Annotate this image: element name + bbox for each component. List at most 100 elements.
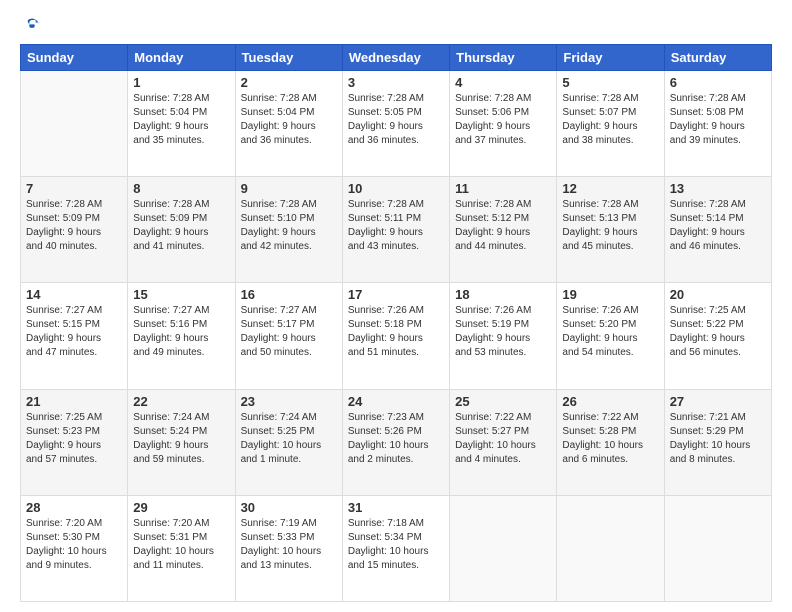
day-info: Sunrise: 7:24 AM Sunset: 5:24 PM Dayligh… (133, 411, 229, 467)
day-number: 5 (562, 75, 658, 90)
day-info: Sunrise: 7:18 AM Sunset: 5:34 PM Dayligh… (348, 517, 444, 573)
day-number: 21 (26, 394, 122, 409)
calendar-cell: 5 Sunrise: 7:28 AM Sunset: 5:07 PM Daylig… (557, 71, 664, 177)
day-number: 29 (133, 500, 229, 515)
day-number: 15 (133, 287, 229, 302)
day-info: Sunrise: 7:28 AM Sunset: 5:04 PM Dayligh… (133, 92, 229, 148)
day-number: 7 (26, 181, 122, 196)
calendar-cell: 7 Sunrise: 7:28 AM Sunset: 5:09 PM Daylig… (21, 177, 128, 283)
calendar-cell: 10 Sunrise: 7:28 AM Sunset: 5:11 PM Dayli… (342, 177, 449, 283)
calendar-cell: 16 Sunrise: 7:27 AM Sunset: 5:17 PM Dayli… (235, 283, 342, 389)
day-info: Sunrise: 7:28 AM Sunset: 5:13 PM Dayligh… (562, 198, 658, 254)
calendar-cell: 13 Sunrise: 7:28 AM Sunset: 5:14 PM Dayli… (664, 177, 771, 283)
calendar-cell: 12 Sunrise: 7:28 AM Sunset: 5:13 PM Dayli… (557, 177, 664, 283)
weekday-header-tuesday: Tuesday (235, 45, 342, 71)
day-info: Sunrise: 7:26 AM Sunset: 5:20 PM Dayligh… (562, 304, 658, 360)
calendar-cell: 3 Sunrise: 7:28 AM Sunset: 5:05 PM Daylig… (342, 71, 449, 177)
day-info: Sunrise: 7:28 AM Sunset: 5:04 PM Dayligh… (241, 92, 337, 148)
day-info: Sunrise: 7:22 AM Sunset: 5:27 PM Dayligh… (455, 411, 551, 467)
week-row-4: 21Sunrise: 7:25 AM Sunset: 5:23 PM Dayli… (21, 389, 772, 495)
day-info: Sunrise: 7:22 AM Sunset: 5:28 PM Dayligh… (562, 411, 658, 467)
calendar-cell: 2 Sunrise: 7:28 AM Sunset: 5:04 PM Daylig… (235, 71, 342, 177)
weekday-header-monday: Monday (128, 45, 235, 71)
calendar-cell: 28 Sunrise: 7:20 AM Sunset: 5:30 PM Dayli… (21, 495, 128, 601)
day-info: Sunrise: 7:26 AM Sunset: 5:19 PM Dayligh… (455, 304, 551, 360)
day-number: 27 (670, 394, 766, 409)
calendar-table: SundayMondayTuesdayWednesdayThursdayFrid… (20, 44, 772, 602)
calendar-cell: 24Sunrise: 7:23 AM Sunset: 5:26 PM Dayli… (342, 389, 449, 495)
calendar-cell: 6 Sunrise: 7:28 AM Sunset: 5:08 PM Daylig… (664, 71, 771, 177)
day-info: Sunrise: 7:28 AM Sunset: 5:14 PM Dayligh… (670, 198, 766, 254)
day-info: Sunrise: 7:20 AM Sunset: 5:30 PM Dayligh… (26, 517, 122, 573)
day-info: Sunrise: 7:28 AM Sunset: 5:11 PM Dayligh… (348, 198, 444, 254)
calendar-cell (557, 495, 664, 601)
day-info: Sunrise: 7:28 AM Sunset: 5:05 PM Dayligh… (348, 92, 444, 148)
day-number: 26 (562, 394, 658, 409)
calendar-cell: 27 Sunrise: 7:21 AM Sunset: 5:29 PM Dayli… (664, 389, 771, 495)
day-info: Sunrise: 7:28 AM Sunset: 5:09 PM Dayligh… (133, 198, 229, 254)
calendar-cell: 29 Sunrise: 7:20 AM Sunset: 5:31 PM Dayli… (128, 495, 235, 601)
calendar-cell: 20 Sunrise: 7:25 AM Sunset: 5:22 PM Dayli… (664, 283, 771, 389)
weekday-header-saturday: Saturday (664, 45, 771, 71)
calendar-cell: 8 Sunrise: 7:28 AM Sunset: 5:09 PM Daylig… (128, 177, 235, 283)
day-number: 4 (455, 75, 551, 90)
calendar-cell: 30Sunrise: 7:19 AM Sunset: 5:33 PM Dayli… (235, 495, 342, 601)
day-number: 24 (348, 394, 444, 409)
day-number: 11 (455, 181, 551, 196)
calendar-cell: 14Sunrise: 7:27 AM Sunset: 5:15 PM Dayli… (21, 283, 128, 389)
day-info: Sunrise: 7:24 AM Sunset: 5:25 PM Dayligh… (241, 411, 337, 467)
calendar-cell: 22 Sunrise: 7:24 AM Sunset: 5:24 PM Dayli… (128, 389, 235, 495)
day-number: 14 (26, 287, 122, 302)
day-number: 2 (241, 75, 337, 90)
week-row-3: 14Sunrise: 7:27 AM Sunset: 5:15 PM Dayli… (21, 283, 772, 389)
calendar-cell: 11 Sunrise: 7:28 AM Sunset: 5:12 PM Dayli… (450, 177, 557, 283)
day-number: 9 (241, 181, 337, 196)
calendar-cell: 21Sunrise: 7:25 AM Sunset: 5:23 PM Dayli… (21, 389, 128, 495)
day-number: 3 (348, 75, 444, 90)
calendar-cell: 23 Sunrise: 7:24 AM Sunset: 5:25 PM Dayli… (235, 389, 342, 495)
day-number: 10 (348, 181, 444, 196)
logo (20, 16, 42, 36)
day-number: 23 (241, 394, 337, 409)
weekday-header-wednesday: Wednesday (342, 45, 449, 71)
day-info: Sunrise: 7:19 AM Sunset: 5:33 PM Dayligh… (241, 517, 337, 573)
day-info: Sunrise: 7:28 AM Sunset: 5:12 PM Dayligh… (455, 198, 551, 254)
day-number: 6 (670, 75, 766, 90)
calendar-cell: 26 Sunrise: 7:22 AM Sunset: 5:28 PM Dayli… (557, 389, 664, 495)
day-number: 16 (241, 287, 337, 302)
day-info: Sunrise: 7:28 AM Sunset: 5:08 PM Dayligh… (670, 92, 766, 148)
day-info: Sunrise: 7:21 AM Sunset: 5:29 PM Dayligh… (670, 411, 766, 467)
header (20, 16, 772, 36)
calendar-cell: 25 Sunrise: 7:22 AM Sunset: 5:27 PM Dayli… (450, 389, 557, 495)
week-row-1: 1Sunrise: 7:28 AM Sunset: 5:04 PM Daylig… (21, 71, 772, 177)
calendar-page: SundayMondayTuesdayWednesdayThursdayFrid… (0, 0, 792, 612)
day-number: 17 (348, 287, 444, 302)
calendar-cell (664, 495, 771, 601)
day-number: 8 (133, 181, 229, 196)
weekday-header-sunday: Sunday (21, 45, 128, 71)
logo-bird-icon (22, 16, 42, 36)
day-number: 12 (562, 181, 658, 196)
day-number: 20 (670, 287, 766, 302)
day-number: 22 (133, 394, 229, 409)
day-number: 19 (562, 287, 658, 302)
day-number: 18 (455, 287, 551, 302)
day-info: Sunrise: 7:28 AM Sunset: 5:07 PM Dayligh… (562, 92, 658, 148)
day-info: Sunrise: 7:27 AM Sunset: 5:16 PM Dayligh… (133, 304, 229, 360)
week-row-2: 7 Sunrise: 7:28 AM Sunset: 5:09 PM Daylig… (21, 177, 772, 283)
calendar-cell (21, 71, 128, 177)
day-info: Sunrise: 7:28 AM Sunset: 5:10 PM Dayligh… (241, 198, 337, 254)
week-row-5: 28 Sunrise: 7:20 AM Sunset: 5:30 PM Dayli… (21, 495, 772, 601)
day-info: Sunrise: 7:20 AM Sunset: 5:31 PM Dayligh… (133, 517, 229, 573)
calendar-cell: 9 Sunrise: 7:28 AM Sunset: 5:10 PM Daylig… (235, 177, 342, 283)
day-info: Sunrise: 7:28 AM Sunset: 5:09 PM Dayligh… (26, 198, 122, 254)
day-info: Sunrise: 7:25 AM Sunset: 5:22 PM Dayligh… (670, 304, 766, 360)
calendar-cell: 15 Sunrise: 7:27 AM Sunset: 5:16 PM Dayli… (128, 283, 235, 389)
weekday-header-thursday: Thursday (450, 45, 557, 71)
day-info: Sunrise: 7:26 AM Sunset: 5:18 PM Dayligh… (348, 304, 444, 360)
day-number: 28 (26, 500, 122, 515)
day-number: 13 (670, 181, 766, 196)
weekday-header-friday: Friday (557, 45, 664, 71)
day-info: Sunrise: 7:27 AM Sunset: 5:17 PM Dayligh… (241, 304, 337, 360)
day-number: 25 (455, 394, 551, 409)
